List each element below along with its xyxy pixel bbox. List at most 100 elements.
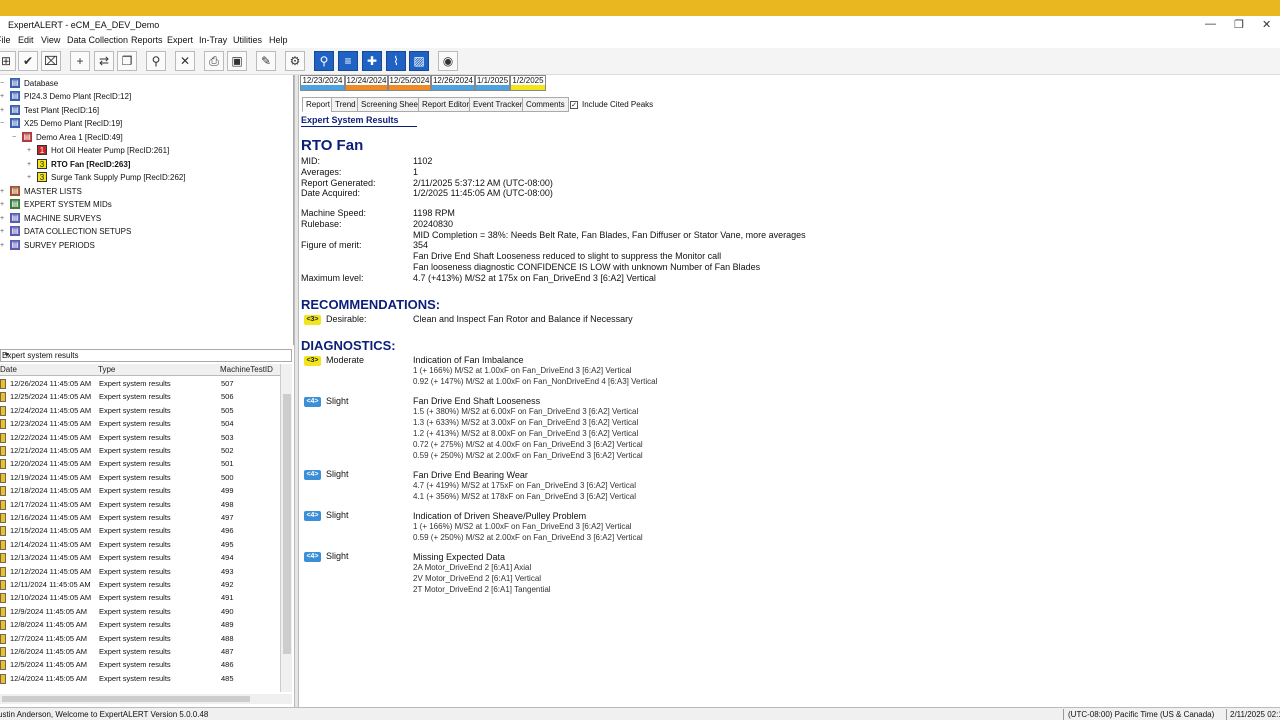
menu-help[interactable]: Help	[269, 35, 288, 45]
table-row[interactable]: 12/19/2024 11:45:05 AM Expert system resu…	[0, 471, 280, 484]
menu-in-tray[interactable]: In-Tray	[199, 35, 227, 45]
expand-icon[interactable]: +	[0, 242, 8, 249]
results-type-select[interactable]: Expert system results ▼	[0, 349, 292, 362]
search-icon[interactable]: ⚲	[314, 51, 334, 71]
menu-reports[interactable]: Reports	[131, 35, 163, 45]
expand-icon[interactable]: +	[0, 228, 8, 235]
maximize-icon[interactable]: ❐	[1234, 18, 1244, 31]
tree-node-folder[interactable]: + ▤ EXPERT SYSTEM MIDs	[0, 198, 112, 210]
tab-event-tracker[interactable]: Event Tracker	[469, 97, 527, 112]
tree-node-area[interactable]: − ▤ Demo Area 1 [RecID:49]	[12, 131, 123, 143]
tree-node-folder[interactable]: + ▤ SURVEY PERIODS	[0, 239, 95, 251]
date-tab[interactable]: 12/24/2024	[345, 75, 388, 91]
expand-icon[interactable]: +	[0, 201, 8, 208]
menu-edit[interactable]: Edit	[18, 35, 34, 45]
table-row[interactable]: 12/9/2024 11:45:05 AM Expert system resul…	[0, 605, 280, 618]
data-collector-icon[interactable]: ⌧	[41, 51, 61, 71]
table-row[interactable]: 12/24/2024 11:45:05 AM Expert system resu…	[0, 404, 280, 417]
chevron-down-icon[interactable]: ▼	[2, 350, 12, 361]
date-tab[interactable]: 12/25/2024	[388, 75, 431, 91]
menu-data-collection[interactable]: Data Collection	[67, 35, 128, 45]
tree-node-folder[interactable]: + ▤ MACHINE SURVEYS	[0, 212, 101, 224]
table-row[interactable]: 12/17/2024 11:45:05 AM Expert system resu…	[0, 498, 280, 511]
table-row[interactable]: 12/5/2024 11:45:05 AM Expert system resul…	[0, 658, 280, 671]
table-row[interactable]: 12/18/2024 11:45:05 AM Expert system resu…	[0, 484, 280, 497]
table-row[interactable]: 12/14/2024 11:45:05 AM Expert system resu…	[0, 538, 280, 551]
table-row[interactable]: 12/20/2024 11:45:05 AM Expert system resu…	[0, 457, 280, 470]
delete-icon[interactable]: ✕	[175, 51, 195, 71]
expand-icon[interactable]: +	[27, 174, 35, 181]
table-row[interactable]: 12/8/2024 11:45:05 AM Expert system resul…	[0, 618, 280, 631]
edit-icon[interactable]: ✎	[256, 51, 276, 71]
date-tab[interactable]: 1/1/2025	[475, 75, 510, 91]
tree-node-plant[interactable]: + ▤ PI24.3 Demo Plant [RecID:12]	[0, 90, 131, 102]
list-icon[interactable]: ≡	[338, 51, 358, 71]
include-cited-peaks-checkbox[interactable]: ✓ Include Cited Peaks	[570, 100, 653, 109]
expand-icon[interactable]: +	[0, 107, 8, 114]
table-row[interactable]: 12/25/2024 11:45:05 AM Expert system resu…	[0, 390, 280, 403]
tab-trend[interactable]: Trend	[331, 97, 360, 112]
tab-comments[interactable]: Comments	[522, 97, 569, 112]
print-icon[interactable]: ⎙	[204, 51, 224, 71]
add-icon[interactable]: +	[70, 51, 90, 71]
tree-node-plant[interactable]: + ▤ Test Plant [RecID:16]	[0, 104, 99, 116]
table-row[interactable]: 12/15/2024 11:45:05 AM Expert system resu…	[0, 524, 280, 537]
table-row[interactable]: 12/6/2024 11:45:05 AM Expert system resul…	[0, 645, 280, 658]
tab-report-editor[interactable]: Report Editor	[418, 97, 474, 112]
expand-icon[interactable]: +	[0, 93, 8, 100]
tree-node-machine[interactable]: + 1 Hot Oil Heater Pump [RecID:261]	[27, 144, 169, 156]
menu-utilities[interactable]: Utilities	[233, 35, 262, 45]
collapse-icon[interactable]: −	[0, 120, 8, 127]
camera-icon[interactable]: ◉	[438, 51, 458, 71]
column-header-date[interactable]: Date	[0, 365, 17, 374]
expand-icon[interactable]: +	[0, 215, 8, 222]
table-row[interactable]: 12/22/2024 11:45:05 AM Expert system resu…	[0, 431, 280, 444]
menu-expert[interactable]: Expert	[167, 35, 193, 45]
date-tab[interactable]: 12/23/2024	[300, 75, 345, 91]
route-icon[interactable]: ⇄	[94, 51, 114, 71]
close-icon[interactable]: ✕	[1262, 18, 1271, 31]
image-icon[interactable]: ▨	[409, 51, 429, 71]
table-row[interactable]: 12/12/2024 11:45:05 AM Expert system resu…	[0, 565, 280, 578]
collapse-icon[interactable]: −	[0, 80, 8, 87]
scrollbar-thumb[interactable]	[2, 696, 250, 702]
table-row[interactable]: 12/23/2024 11:45:05 AM Expert system resu…	[0, 417, 280, 430]
table-row[interactable]: 12/21/2024 11:45:05 AM Expert system resu…	[0, 444, 280, 457]
minimize-icon[interactable]: —	[1205, 18, 1216, 30]
grid-horizontal-scrollbar[interactable]	[0, 694, 292, 704]
checkmark-wrench-icon[interactable]: ✔	[18, 51, 38, 71]
collapse-icon[interactable]: −	[12, 134, 20, 141]
expand-icon[interactable]: +	[0, 188, 8, 195]
tree-node-plant[interactable]: − ▤ X25 Demo Plant [RecID:19]	[0, 117, 122, 129]
copy-icon[interactable]: ❐	[117, 51, 137, 71]
table-row[interactable]: 12/16/2024 11:45:05 AM Expert system resu…	[0, 511, 280, 524]
table-row[interactable]: 12/26/2024 11:45:05 AM Expert system resu…	[0, 377, 280, 390]
grid-vertical-scrollbar[interactable]	[280, 364, 292, 692]
table-row[interactable]: 12/11/2024 11:45:05 AM Expert system resu…	[0, 578, 280, 591]
tree-node-machine[interactable]: + 3 Surge Tank Supply Pump [RecID:262]	[27, 171, 186, 183]
tree-node-database[interactable]: − ▤ Database	[0, 77, 58, 89]
tab-report[interactable]: Report	[302, 97, 335, 112]
find-icon[interactable]: ⚲	[146, 51, 166, 71]
scrollbar-thumb[interactable]	[283, 394, 291, 654]
expand-icon[interactable]: +	[27, 147, 35, 154]
table-row[interactable]: 12/13/2024 11:45:05 AM Expert system resu…	[0, 551, 280, 564]
tab-screening-sheet[interactable]: Screening Sheet	[357, 97, 425, 112]
column-header-type[interactable]: Type	[98, 365, 115, 374]
tree-node-folder[interactable]: + ▤ MASTER LISTS	[0, 185, 82, 197]
table-row[interactable]: 12/7/2024 11:45:05 AM Expert system resul…	[0, 632, 280, 645]
menu-view[interactable]: View	[41, 35, 60, 45]
date-tab[interactable]: 1/2/2025	[510, 75, 546, 91]
save-icon[interactable]: ▣	[227, 51, 247, 71]
column-header-machinetestid[interactable]: MachineTestID	[220, 365, 273, 374]
tree-icon[interactable]: ⊞	[0, 51, 16, 71]
table-row[interactable]: 12/10/2024 11:45:05 AM Expert system resu…	[0, 591, 280, 604]
menu-file[interactable]: File	[0, 35, 11, 45]
settings-icon[interactable]: ⚙	[285, 51, 305, 71]
expand-icon[interactable]: +	[27, 161, 35, 168]
tree-node-folder[interactable]: + ▤ DATA COLLECTION SETUPS	[0, 225, 131, 237]
date-tab[interactable]: 12/26/2024	[431, 75, 475, 91]
tree-node-machine-selected[interactable]: + 3 RTO Fan [RecID:263]	[27, 158, 130, 170]
add-report-icon[interactable]: ✚	[362, 51, 382, 71]
table-row[interactable]: 12/4/2024 11:45:05 AM Expert system resul…	[0, 672, 280, 685]
